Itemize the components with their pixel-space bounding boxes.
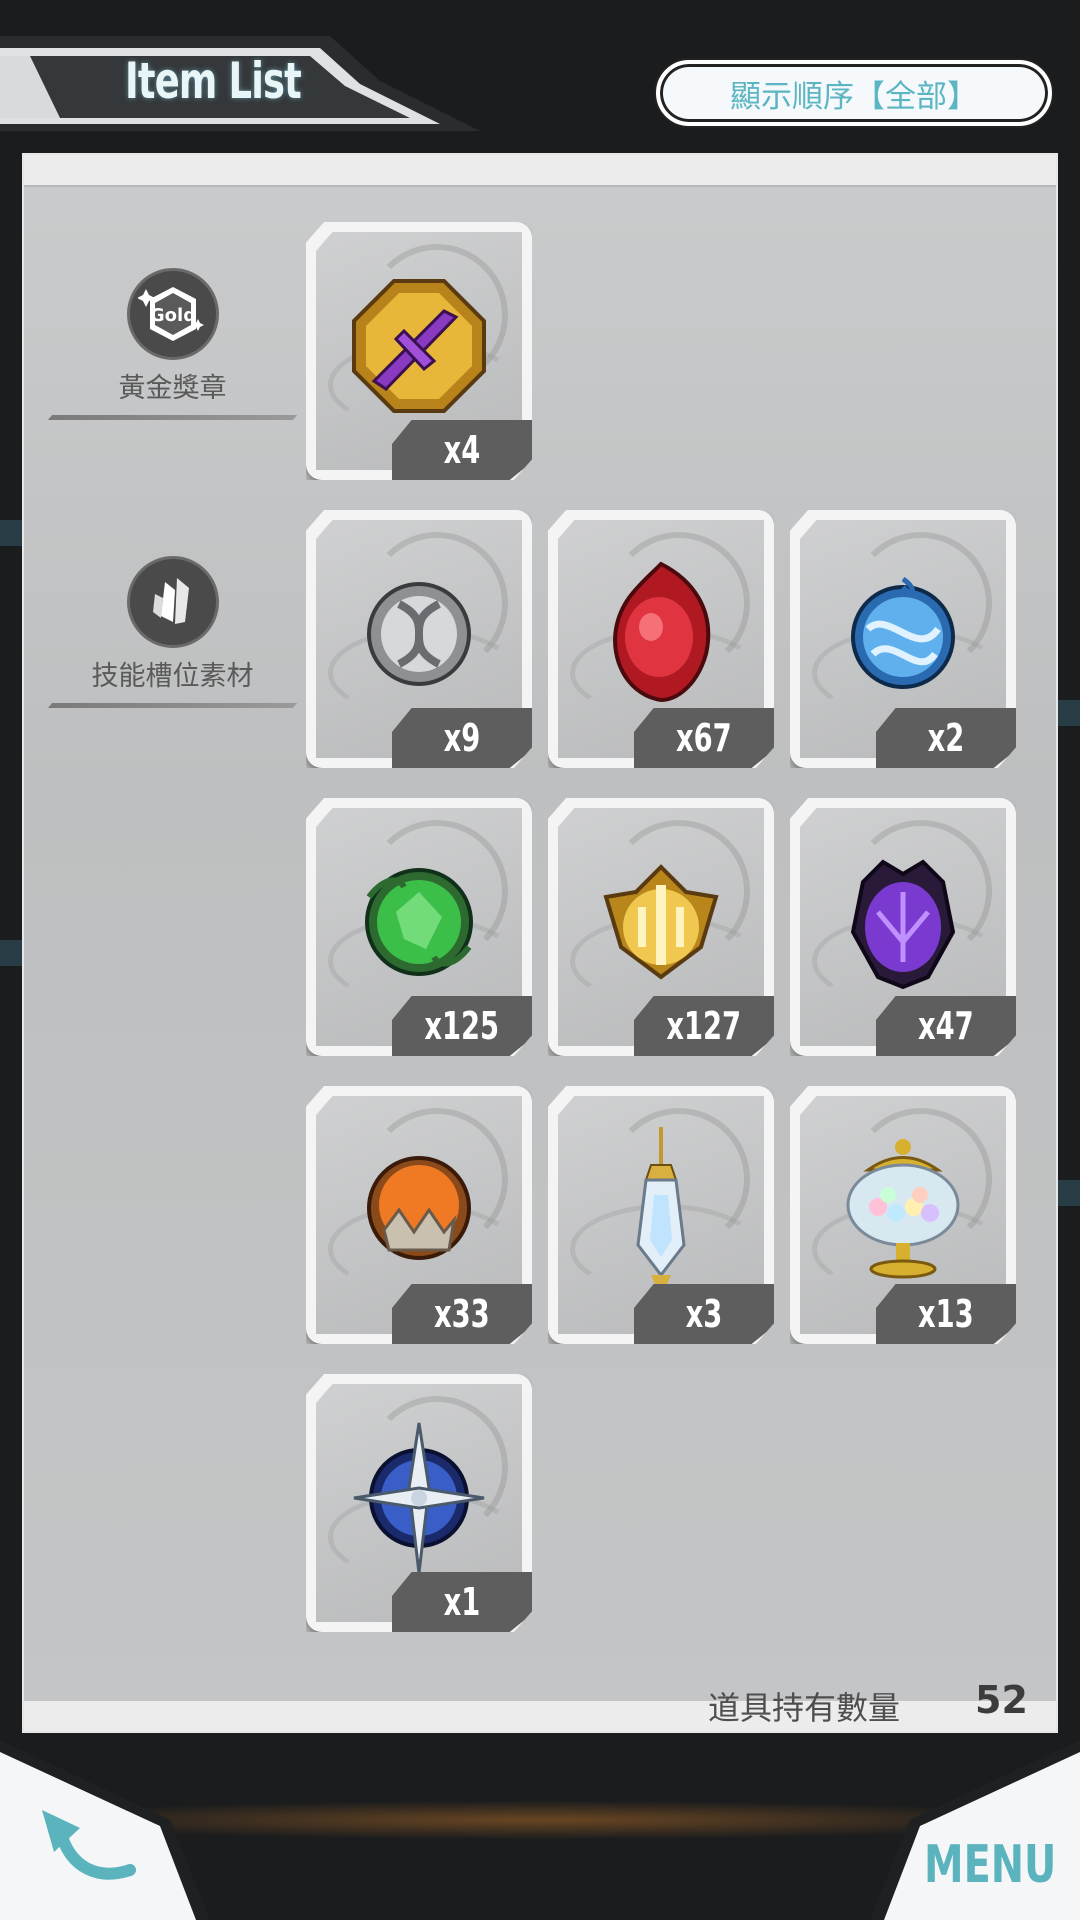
menu-label: MENU [924,1835,1057,1895]
orange-crystal-orb-icon [367,1155,471,1260]
item-quantity: x1 [392,1572,532,1632]
gold-badge-text: Gold [149,305,195,326]
crystal-icon [126,556,219,648]
item-quantity: x33 [392,1284,532,1344]
item-quantity: x9 [392,708,532,768]
item-card-crystal-lantern[interactable]: x3 [548,1086,774,1344]
sort-order-button[interactable]: 顯示順序【全部】 [656,60,1052,126]
item-quantity: x13 [876,1284,1016,1344]
item-quantity: x125 [392,996,532,1056]
red-flame-gem-icon [613,561,711,702]
item-quantity: x127 [634,996,774,1056]
category-label: 黃金獎章 [118,373,227,404]
page-title: Item List [125,52,302,110]
category-divider [47,415,298,420]
item-card-red-flame-gem[interactable]: x67 [548,510,774,768]
gold-crest-emblem-icon [603,863,719,980]
item-card-orange-crystal-orb[interactable]: x33 [306,1086,532,1344]
item-card-silver-knot-orb[interactable]: x9 [306,510,532,768]
green-vine-gem-icon [365,867,473,976]
silver-knot-orb-icon [367,581,471,686]
panel-bottom-bar [24,1701,1056,1731]
back-button[interactable] [0,1740,230,1920]
item-card-green-vine-gem[interactable]: x125 [306,798,532,1056]
gold-sword-medal-icon [352,278,486,413]
category-label: 技能槽位素材 [91,661,254,692]
item-quantity: x67 [634,708,774,768]
item-card-gold-sword-medal[interactable]: x4 [306,222,532,480]
item-card-candy-jar[interactable]: x13 [790,1086,1016,1344]
candy-jar-icon [846,1138,960,1279]
item-card-purple-dragon-gem[interactable]: x47 [790,798,1016,1056]
category-gold-medal[interactable]: Gold 黃金獎章 [47,268,298,420]
item-card-gold-crest-emblem[interactable]: x127 [548,798,774,1056]
category-divider [47,703,298,708]
blue-star-compass-icon [353,1422,485,1574]
item-quantity: x47 [876,996,1016,1056]
item-card-blue-star-compass[interactable]: x1 [306,1374,532,1632]
item-count-value: 52 [975,1678,1028,1722]
gold-medal-icon: Gold [126,268,219,360]
category-skill-slot-material[interactable]: 技能槽位素材 [47,556,298,708]
panel-top-bar [24,155,1056,187]
item-quantity: x4 [392,420,532,480]
item-quantity: x2 [876,708,1016,768]
crystal-lantern-icon [636,1126,686,1287]
blue-wave-orb-icon [851,576,955,689]
purple-dragon-gem-icon [850,859,956,989]
item-card-blue-wave-orb[interactable]: x2 [790,510,1016,768]
item-quantity: x3 [634,1284,774,1344]
item-count-label: 道具持有數量 [708,1689,901,1727]
